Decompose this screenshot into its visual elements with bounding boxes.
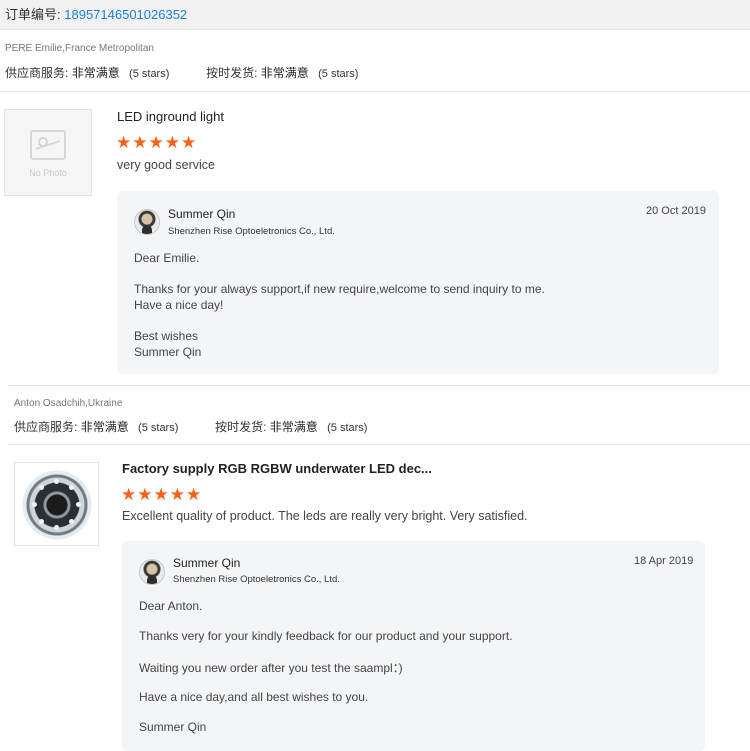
supplier-service-label: 供应商服务:	[14, 420, 78, 434]
reply-author: Summer Qin	[173, 556, 241, 570]
reply-line: Have a nice day!	[134, 298, 224, 312]
reply-line: Best wishes	[134, 329, 199, 343]
product-thumbnail[interactable]	[14, 462, 99, 546]
product-title-link[interactable]: Factory supply RGB RGBW underwater LED d…	[122, 461, 432, 476]
reply-company: Shenzhen Rise Optoeletronics Co., Ltd.	[173, 574, 340, 585]
shipping-value: 非常满意	[260, 66, 309, 80]
underwater-light-image	[21, 469, 93, 541]
rating-stars: ★★★★★	[121, 485, 203, 504]
supplier-service-value: 非常满意	[80, 420, 129, 434]
shipping-value: 非常满意	[269, 420, 318, 434]
supplier-service-stars: (5 stars)	[138, 422, 179, 434]
rating-stars: ★★★★★	[116, 133, 198, 152]
divider	[8, 444, 750, 445]
shipping-label: 按时发货:	[215, 420, 267, 434]
reply-line: Thanks very for your kindly feedback for…	[139, 629, 513, 643]
reply-author: Summer Qin	[168, 207, 236, 221]
reply-date: 20 Oct 2019	[646, 205, 706, 217]
divider	[8, 385, 750, 386]
supplier-service-value: 非常满意	[71, 66, 120, 80]
review-comment: Excellent quality of product. The leds a…	[122, 509, 528, 523]
reviewer-name: Anton Osadchih,Ukraine	[14, 398, 123, 409]
supplier-service-label: 供应商服务:	[5, 66, 69, 80]
no-photo-label: No Photo	[29, 168, 67, 178]
shipping-stars: (5 stars)	[327, 422, 368, 434]
seller-reply: Summer Qin Shenzhen Rise Optoeletronics …	[117, 191, 719, 374]
avatar	[134, 209, 160, 235]
image-placeholder-icon	[30, 130, 66, 160]
reply-line: Waiting you new order after you test the…	[139, 661, 403, 675]
reply-date: 18 Apr 2019	[634, 555, 694, 567]
reply-line: Dear Anton.	[139, 599, 203, 613]
review-comment: very good service	[117, 158, 215, 172]
reply-company: Shenzhen Rise Optoeletronics Co., Ltd.	[168, 226, 335, 237]
reply-line: Summer Qin	[139, 720, 207, 734]
order-label: 订单编号:	[5, 7, 61, 22]
order-header: 订单编号: 18957146501026352	[0, 0, 750, 30]
product-title-link[interactable]: LED inground light	[117, 109, 224, 124]
reviewer-name: PERE Emilie,France Metropolitan	[5, 43, 154, 54]
avatar	[139, 559, 165, 585]
product-thumbnail[interactable]: No Photo	[4, 109, 92, 196]
reply-line: Have a nice day,and all best wishes to y…	[139, 690, 369, 704]
seller-reply: Summer Qin Shenzhen Rise Optoeletronics …	[122, 541, 705, 751]
shipping-stars: (5 stars)	[318, 68, 359, 80]
supplier-service-stars: (5 stars)	[129, 68, 170, 80]
review-ratings: 供应商服务: 非常满意 (5 stars) 按时发货: 非常满意 (5 star…	[14, 418, 367, 435]
review-ratings: 供应商服务: 非常满意 (5 stars) 按时发货: 非常满意 (5 star…	[5, 64, 358, 81]
order-number-link[interactable]: 18957146501026352	[64, 7, 187, 22]
reply-line: Summer Qin	[134, 345, 202, 359]
reply-line: Dear Emilie.	[134, 251, 200, 265]
divider	[0, 91, 750, 92]
shipping-label: 按时发货:	[206, 66, 258, 80]
reply-line: Thanks for your always support,if new re…	[134, 282, 545, 296]
